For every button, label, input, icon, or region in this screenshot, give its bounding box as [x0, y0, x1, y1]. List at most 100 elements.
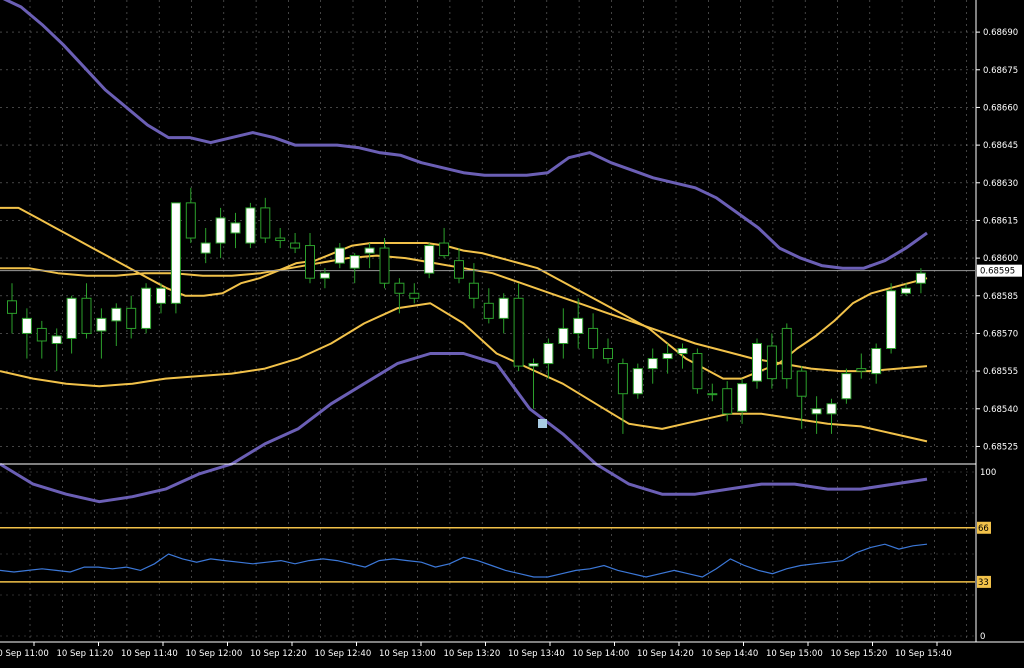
- candle-body: [632, 368, 643, 395]
- x-tick-label: 10 Sep 13:20: [444, 649, 501, 659]
- candle-body: [200, 242, 211, 254]
- candle-body: [915, 272, 926, 284]
- candle-body: [588, 327, 599, 350]
- candle: [781, 323, 792, 389]
- y-tick-label: 0.68630: [983, 179, 1018, 189]
- candle-body: [796, 370, 807, 397]
- candle: [752, 338, 762, 389]
- x-tick-label: 10 Sep 14:40: [702, 649, 759, 659]
- candle-body: [334, 247, 345, 264]
- y-tick-label: 0.68690: [983, 28, 1018, 38]
- candle: [170, 202, 181, 314]
- candle-body: [468, 282, 479, 299]
- candle: [841, 368, 852, 404]
- x-tick-label: 10 Sep 14:20: [637, 649, 694, 659]
- candle: [632, 363, 643, 399]
- candle-body: [66, 297, 77, 339]
- x-tick-label: 10 Sep 15:00: [766, 649, 823, 659]
- candle-body: [51, 335, 62, 344]
- candle-body: [647, 358, 658, 370]
- y-tick-label: 0.68615: [983, 216, 1018, 226]
- level-label: 33: [978, 578, 989, 588]
- candle-body: [558, 327, 569, 344]
- candle-body: [692, 353, 703, 390]
- candle-body: [781, 327, 792, 380]
- candle-body: [662, 353, 673, 360]
- candle-body: [96, 317, 107, 332]
- x-tick-label: 10 Sep 11:00: [0, 649, 49, 659]
- candle-body: [439, 242, 450, 257]
- candle: [886, 283, 897, 354]
- candle-body: [617, 363, 628, 395]
- candle-body: [722, 388, 733, 415]
- current-price-label: 0.68595: [980, 267, 1015, 277]
- candle-body: [185, 202, 196, 239]
- y-tick-label: 0.68660: [983, 103, 1018, 113]
- candle-body: [364, 247, 375, 254]
- level-label: 66: [978, 524, 989, 534]
- y-tick-label: 0.68540: [983, 405, 1018, 415]
- y-tick-label: 0.68570: [983, 329, 1018, 339]
- candle-body: [409, 292, 420, 299]
- candle-body: [752, 342, 762, 382]
- candle-body: [737, 383, 748, 412]
- candle-body: [573, 317, 584, 334]
- price-marker: [538, 419, 547, 428]
- candle-body: [498, 297, 509, 319]
- candle-body: [603, 348, 613, 360]
- candle-body: [230, 222, 241, 234]
- candle-body: [454, 260, 464, 279]
- candle-body: [260, 207, 271, 239]
- candle-body: [215, 217, 226, 244]
- chart-canvas: 0.68690 0.68675 0.68660 0.68645 0.68630 0.686…: [0, 0, 1024, 664]
- candle-body: [21, 317, 32, 334]
- candle-body: [543, 342, 554, 365]
- candle: [245, 202, 256, 249]
- x-tick-label: 10 Sep 11:40: [121, 649, 178, 659]
- candle: [692, 348, 703, 394]
- candle-body: [156, 287, 166, 304]
- x-tick-label: 10 Sep 12:40: [315, 649, 372, 659]
- x-tick-label: 10 Sep 12:00: [186, 649, 243, 659]
- osc-y-tick-label: 100: [980, 468, 996, 478]
- candle: [424, 243, 435, 279]
- candle-body: [856, 368, 867, 372]
- candle-body: [513, 297, 524, 367]
- candle-body: [766, 345, 777, 380]
- x-tick-label: 10 Sep 14:00: [573, 649, 630, 659]
- candle-body: [245, 207, 256, 244]
- candle-body: [677, 348, 688, 355]
- candle-body: [871, 348, 882, 375]
- candle-body: [290, 242, 301, 249]
- candle-body: [394, 282, 405, 294]
- trading-chart: 0.68690 0.68675 0.68660 0.68645 0.68630 0.686…: [0, 0, 1024, 664]
- candle-body: [170, 202, 181, 304]
- x-tick-label: 10 Sep 15:20: [831, 649, 888, 659]
- candle-body: [707, 393, 718, 396]
- x-tick-label: 10 Sep 11:20: [57, 649, 114, 659]
- candle: [141, 283, 152, 334]
- candle-body: [886, 290, 897, 350]
- candle-body: [111, 307, 122, 322]
- candle-body: [349, 255, 360, 269]
- candle-body: [81, 297, 92, 334]
- candle-body: [275, 237, 286, 242]
- x-tick-label: 10 Sep 13:40: [508, 649, 565, 659]
- candle-body: [811, 408, 822, 415]
- x-tick-label: 10 Sep 15:40: [895, 649, 952, 659]
- candle-body: [424, 245, 435, 274]
- y-tick-label: 0.68525: [983, 442, 1018, 452]
- candle-body: [305, 245, 315, 279]
- x-tick-label: 10 Sep 12:20: [250, 649, 307, 659]
- x-tick-label: 10 Sep 13:00: [379, 649, 436, 659]
- candle-body: [141, 287, 152, 329]
- y-tick-label: 0.68555: [983, 367, 1018, 377]
- candle-body: [36, 327, 47, 342]
- candle-body: [379, 247, 390, 284]
- candle-body: [126, 307, 137, 329]
- candle-body: [7, 300, 17, 314]
- candle-body: [319, 272, 330, 279]
- candle-body: [901, 287, 911, 294]
- y-tick-label: 0.68675: [983, 66, 1018, 76]
- y-tick-label: 0.68600: [983, 254, 1018, 264]
